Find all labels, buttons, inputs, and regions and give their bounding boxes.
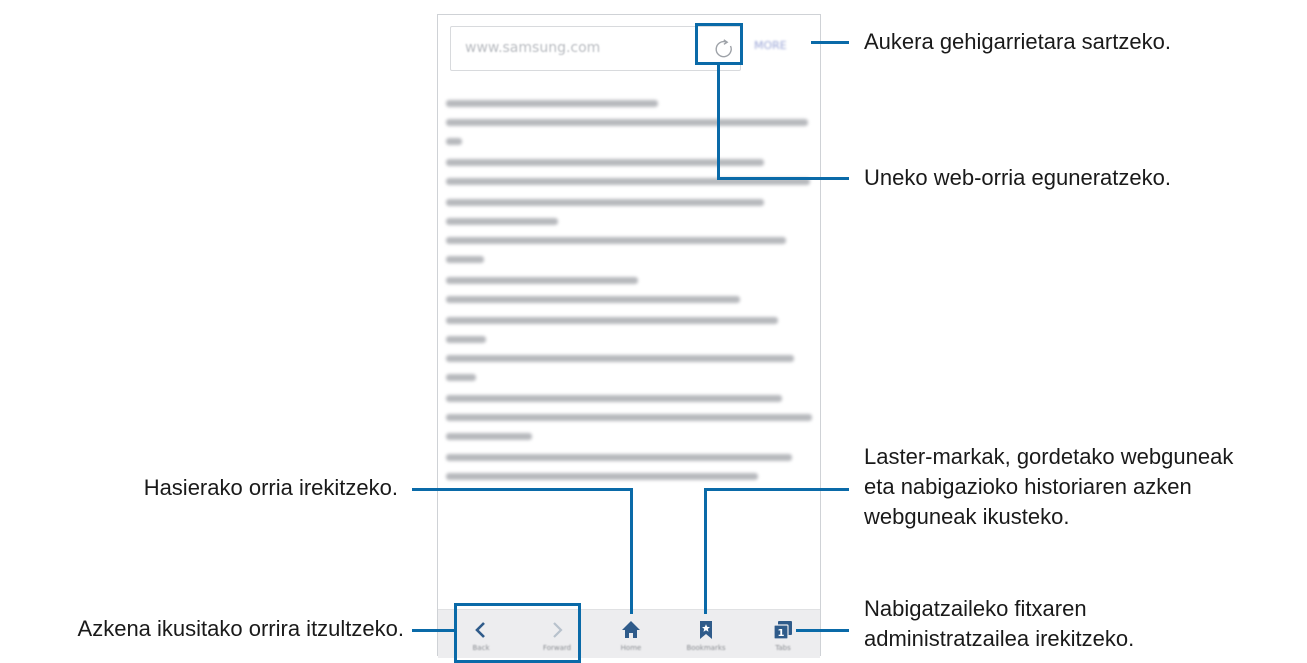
tabs-count: 1 (778, 628, 785, 639)
browser-screen: www.samsung.com MORE Back Forward Home B… (437, 14, 821, 658)
refresh-highlight (695, 23, 743, 65)
home-callout-text: Hasierako orria irekitzeko. (143, 475, 398, 500)
home-button[interactable]: Home (607, 610, 655, 658)
back-callout-line (412, 629, 456, 632)
tabs-button[interactable]: 1 Tabs (759, 610, 807, 658)
home-callout-line-horizontal (412, 488, 633, 491)
refresh-callout-line-vertical (717, 63, 720, 179)
tabs-callout-line (796, 629, 849, 632)
bookmarks-callout-text-line2: eta nabigazioko historiaren azken (864, 474, 1192, 499)
tabs-icon: 1 (771, 618, 795, 642)
navigation-highlight (454, 603, 581, 663)
home-icon (619, 618, 643, 642)
tabs-callout-text-line1: Nabigatzaileko fitxaren (864, 596, 1087, 621)
bookmarks-callout-line-vertical (704, 488, 707, 614)
tabs-label: Tabs (775, 644, 791, 652)
bookmarks-callout-line-horizontal (704, 488, 849, 491)
bookmarks-label: Bookmarks (686, 644, 726, 652)
refresh-callout-text: Uneko web-orria eguneratzeko. (864, 165, 1171, 190)
home-label: Home (620, 644, 642, 652)
more-callout-line (811, 41, 849, 44)
bookmarks-button[interactable]: Bookmarks (682, 610, 730, 658)
more-callout-text: Aukera gehigarrietara sartzeko. (864, 29, 1171, 54)
url-text: www.samsung.com (465, 40, 601, 56)
bookmark-icon (694, 618, 718, 642)
home-callout-line-vertical (630, 488, 633, 614)
refresh-callout-line-horizontal (717, 177, 849, 180)
bookmarks-callout-text-line3: webguneak ikusteko. (864, 504, 1070, 529)
back-callout-text: Azkena ikusitako orrira itzultzeko. (77, 616, 404, 641)
more-button[interactable]: MORE (754, 39, 787, 52)
bookmarks-callout-text-line1: Laster-markak, gordetako webguneak (864, 444, 1234, 469)
tabs-callout-text-line2: administratzailea irekitzeko. (864, 626, 1135, 651)
